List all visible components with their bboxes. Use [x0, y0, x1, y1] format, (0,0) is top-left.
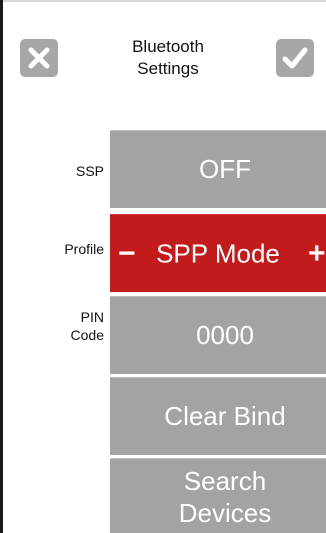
pin-code-label: PIN Code — [71, 308, 104, 344]
ssp-label: SSP — [75, 163, 104, 179]
pin-label-line-2: Code — [70, 327, 104, 343]
title-line-2: Settings — [137, 59, 199, 78]
pin-label-line-1: PIN — [80, 309, 104, 325]
bluetooth-settings-screen: Bluetooth Settings SSP OFF Profile − SPP… — [0, 0, 326, 533]
clear-bind-label: Clear Bind — [164, 401, 286, 431]
top-border — [0, 0, 326, 2]
profile-increment-button[interactable]: + — [308, 238, 326, 269]
left-border — [0, 0, 3, 533]
ssp-toggle-button[interactable]: OFF — [110, 130, 326, 208]
title-line-1: Bluetooth — [132, 37, 204, 56]
search-devices-line-1: Search — [183, 466, 267, 496]
search-devices-button[interactable]: Search Devices — [110, 458, 326, 533]
profile-label: Profile — [64, 241, 104, 257]
checkmark-icon — [282, 47, 308, 69]
close-x-icon — [28, 47, 50, 69]
ssp-value: OFF — [199, 154, 251, 184]
profile-value: SPP Mode — [156, 238, 280, 268]
page-title: Bluetooth Settings — [104, 36, 232, 80]
profile-selector: − SPP Mode + — [110, 214, 326, 292]
search-devices-line-2: Devices — [178, 498, 272, 528]
pin-code-value: 0000 — [196, 320, 254, 350]
pin-code-button[interactable]: 0000 — [110, 296, 326, 374]
confirm-button[interactable] — [276, 39, 314, 77]
close-button[interactable] — [20, 39, 58, 77]
clear-bind-button[interactable]: Clear Bind — [110, 377, 326, 455]
